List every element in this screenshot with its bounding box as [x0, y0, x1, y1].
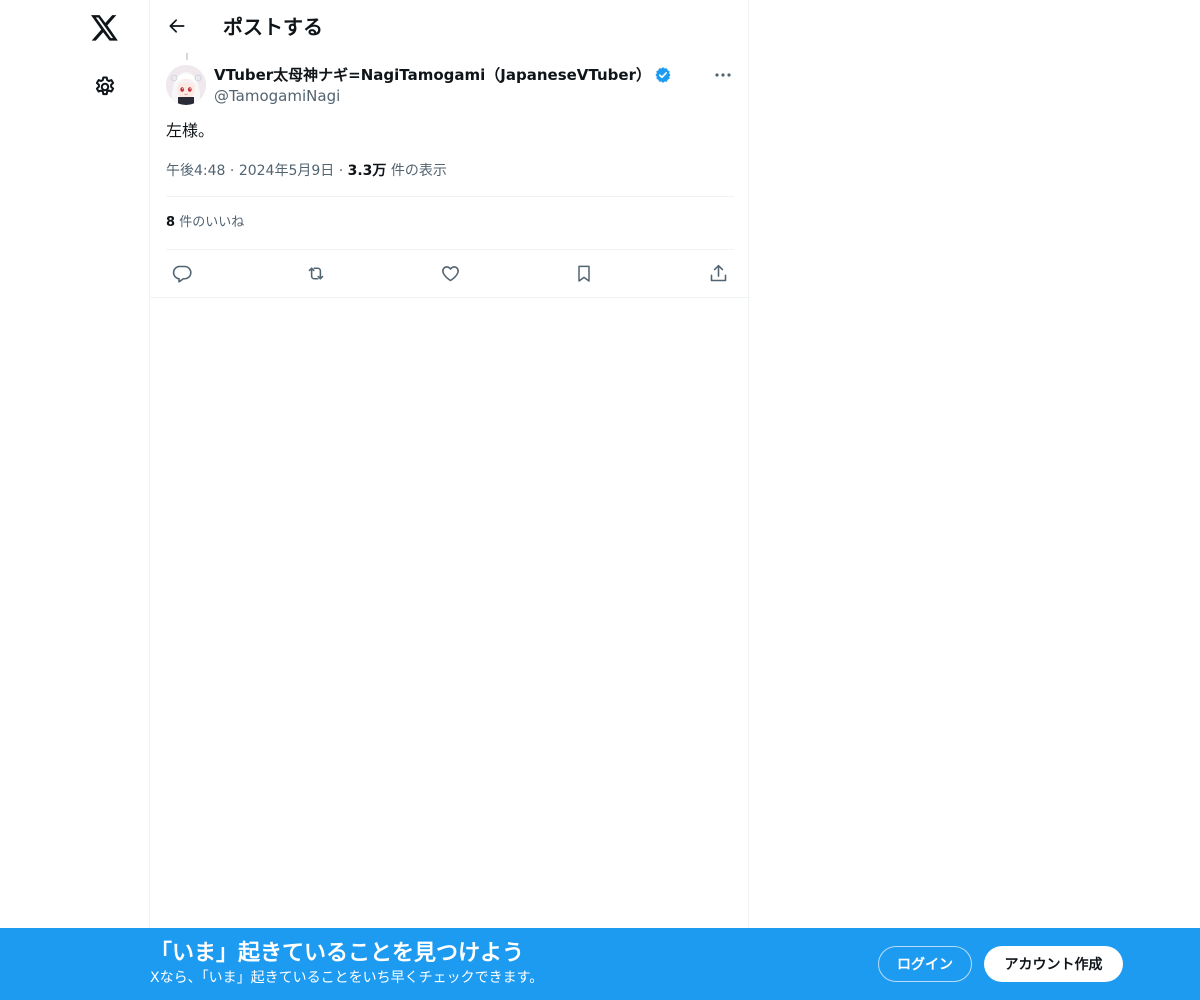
like-icon — [441, 265, 459, 281]
meta-separator: · — [338, 163, 344, 179]
reply-button[interactable] — [166, 259, 198, 287]
divider — [166, 196, 734, 197]
author-name-text: VTuber太母神ナギ=NagiTamogami（JapaneseVTuber） — [214, 66, 651, 84]
banner-title: 「いま」起きていることを見つけよう — [150, 941, 525, 966]
post-article: VTuber太母神ナギ=NagiTamogami（JapaneseVTuber）… — [150, 53, 750, 298]
share-button[interactable] — [702, 259, 734, 287]
bookmark-icon — [578, 265, 590, 282]
more-dots-icon — [715, 73, 731, 77]
bookmark-button[interactable] — [568, 259, 600, 287]
meta-separator: · — [229, 163, 235, 179]
arrow-left-icon — [169, 19, 185, 33]
login-button[interactable]: ログイン — [878, 946, 972, 982]
author-handle[interactable]: @TamogamiNagi — [214, 86, 340, 106]
views-label: 件の表示 — [390, 163, 447, 179]
back-button[interactable] — [160, 9, 194, 43]
left-nav — [0, 0, 150, 1000]
banner-subtitle: Xなら、「いま」起きていることをいち早くチェックできます。 — [150, 970, 544, 986]
repost-button[interactable] — [300, 259, 332, 287]
divider — [166, 249, 734, 250]
likes-count: 8 — [166, 215, 176, 230]
signup-banner: 「いま」起きていることを見つけよう Xなら、「いま」起きていることをいち早くチェ… — [0, 928, 1200, 1000]
author-name[interactable]: VTuber太母神ナギ=NagiTamogami（JapaneseVTuber） — [214, 65, 672, 85]
share-icon — [710, 264, 726, 281]
avatar[interactable] — [166, 65, 206, 105]
thread-line — [186, 53, 188, 60]
post-meta: 午後4:48 · 2024年5月9日 · 3.3万 件の表示 — [166, 161, 447, 181]
post-time[interactable]: 午後4:48 — [166, 163, 225, 179]
more-options-button[interactable] — [708, 63, 738, 87]
x-logo-icon[interactable] — [81, 4, 129, 52]
post-date[interactable]: 2024年5月9日 — [239, 163, 334, 179]
reply-icon — [172, 265, 192, 283]
repost-icon — [308, 266, 324, 280]
likes-label: 件のいいね — [179, 215, 245, 230]
verified-badge-icon — [654, 66, 672, 84]
top-bar: ポストする — [150, 0, 750, 53]
post-text: 左様。 — [166, 121, 215, 140]
views-count: 3.3万 — [347, 163, 387, 179]
like-button[interactable] — [434, 259, 466, 287]
signup-button[interactable]: アカウント作成 — [984, 946, 1123, 982]
likes-link[interactable]: 8 件のいいね — [166, 213, 244, 233]
main-column: ポストする VTuber太母神ナギ=NagiTamogami（JapaneseV… — [149, 0, 750, 1000]
gear-icon[interactable] — [81, 63, 129, 111]
page-title: ポストする — [223, 15, 323, 39]
